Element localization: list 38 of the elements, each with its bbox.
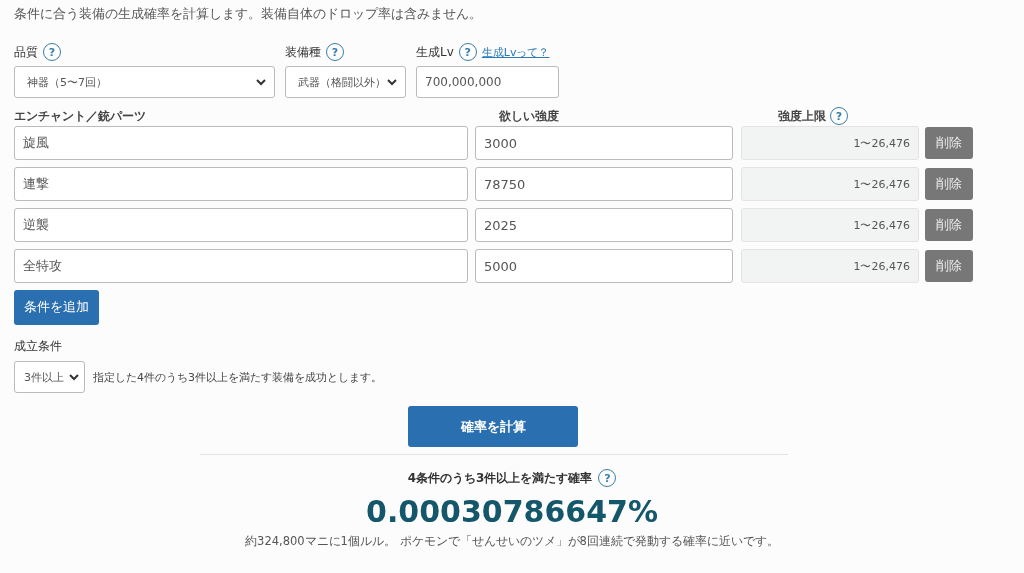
dropdown[interactable]: 神器（5〜7回） — [14, 66, 275, 98]
chevron-down-icon — [387, 78, 397, 86]
result-note: 約324,800マニに1個ルル。 ポケモンで「せんせいのツメ」が8回連続で発動する確率に近いです。 — [245, 534, 779, 549]
intro-text: 条件に合う装備の生成確率を計算します。装備自体のドロップ率は含みません。 — [14, 6, 483, 23]
dropdown[interactable]: 3件以上 — [14, 361, 85, 393]
result-title: 4条件のうち3件以上を満たす確率 — [407, 469, 593, 487]
strength-field[interactable]: 3000 — [475, 126, 733, 160]
limit-field: 1〜26,476 — [741, 249, 919, 283]
delete-button[interactable]: 削除 — [925, 209, 973, 241]
field-label: 装備種 — [285, 43, 321, 61]
limit-field: 1〜26,476 — [741, 167, 919, 201]
chevron-down-icon — [256, 78, 266, 86]
delete-button[interactable]: 削除 — [925, 168, 973, 200]
delete-button[interactable]: 削除 — [925, 127, 973, 159]
column-header: エンチャント／銃パーツ — [14, 107, 146, 125]
condition-description: 指定した4件のうち3件以上を満たす装備を成功とします。 — [93, 369, 382, 385]
column-header: 欲しい強度 — [499, 107, 559, 125]
strength-field[interactable]: 2025 — [475, 208, 733, 242]
limit-field: 1〜26,476 — [741, 208, 919, 242]
limit-field: 1〜26,476 — [741, 126, 919, 160]
enchant-field[interactable]: 全特攻 — [14, 249, 468, 283]
strength-field[interactable]: 5000 — [475, 249, 733, 283]
help-link[interactable]: 生成Lvって？ — [481, 44, 550, 60]
enchant-field[interactable]: 旋風 — [14, 126, 468, 160]
enchant-field[interactable]: 逆襲 — [14, 208, 468, 242]
chevron-down-icon — [69, 373, 79, 381]
level-field[interactable]: 700,000,000 — [416, 66, 559, 98]
field-label: 品質 — [14, 43, 38, 61]
add-condition-button[interactable]: 条件を追加 — [14, 290, 99, 325]
probability-value: 0.00030786647% — [366, 493, 658, 531]
field-label: 成立条件 — [14, 339, 62, 353]
field-label: 生成Lv — [416, 43, 454, 61]
column-header: 強度上限 — [778, 107, 826, 125]
strength-field[interactable]: 78750 — [475, 167, 733, 201]
delete-button[interactable]: 削除 — [925, 250, 973, 282]
dropdown[interactable]: 武器（格闘以外） — [285, 66, 406, 98]
enchant-field[interactable]: 連撃 — [14, 167, 468, 201]
calculate-button[interactable]: 確率を計算 — [408, 406, 578, 447]
